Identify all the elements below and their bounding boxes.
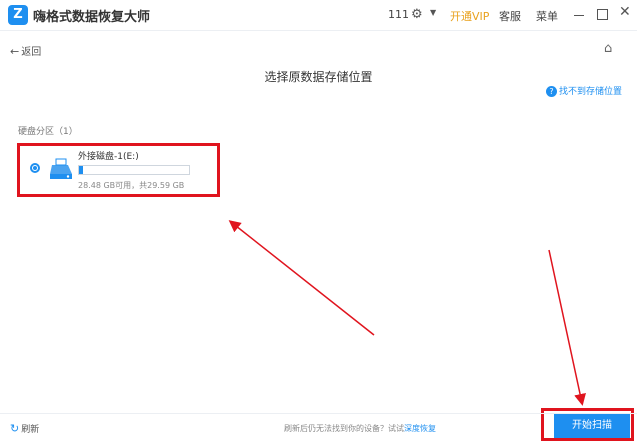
gear-icon[interactable]: ⚙: [411, 7, 423, 22]
question-icon: ?: [546, 86, 557, 97]
maximize-icon[interactable]: [597, 9, 608, 20]
refresh-button[interactable]: ↻ 刷新: [10, 422, 39, 435]
vip-link[interactable]: 开通VIP: [450, 8, 489, 24]
menu-link[interactable]: 菜单: [536, 8, 558, 24]
back-button[interactable]: ← 返回: [10, 43, 41, 58]
annotation-arrows: [228, 220, 586, 406]
section-label: 硬盘分区（1）: [18, 127, 78, 137]
deep-recovery-link[interactable]: 深度恢复: [404, 424, 436, 433]
hint-text: 刷新后仍无法找到你的设备？试试: [284, 424, 404, 433]
home-icon[interactable]: ⌂: [604, 41, 612, 56]
footer-hint: 刷新后仍无法找到你的设备？试试深度恢复: [284, 423, 436, 434]
annotation-arrow-disk: [228, 220, 375, 336]
app-title: 嗨格式数据恢复大师: [33, 10, 151, 25]
help-label: 找不到存储位置: [559, 87, 623, 97]
user-count[interactable]: 111: [388, 8, 409, 21]
annotation-box-disk: [17, 143, 220, 197]
minimize-icon[interactable]: [574, 15, 584, 16]
title-bar: Z 嗨格式数据恢复大师 111 ⚙ ▼ 开通VIP 客服 菜单 ✕: [0, 0, 637, 31]
refresh-icon: ↻: [10, 422, 20, 435]
chevron-down-icon[interactable]: ▼: [430, 8, 436, 17]
back-label: 返回: [21, 47, 42, 58]
customer-service-link[interactable]: 客服: [499, 8, 521, 24]
page-title: 选择原数据存储位置: [264, 70, 373, 84]
footer-divider: [0, 413, 637, 414]
app-logo-icon: Z: [8, 5, 28, 25]
close-icon[interactable]: ✕: [619, 4, 631, 20]
annotation-arrow-scan: [548, 249, 586, 406]
help-link[interactable]: ? 找不到存储位置: [546, 84, 622, 97]
start-scan-button[interactable]: 开始扫描: [554, 414, 630, 438]
refresh-label: 刷新: [21, 425, 40, 435]
arrow-left-icon: ←: [10, 45, 20, 58]
